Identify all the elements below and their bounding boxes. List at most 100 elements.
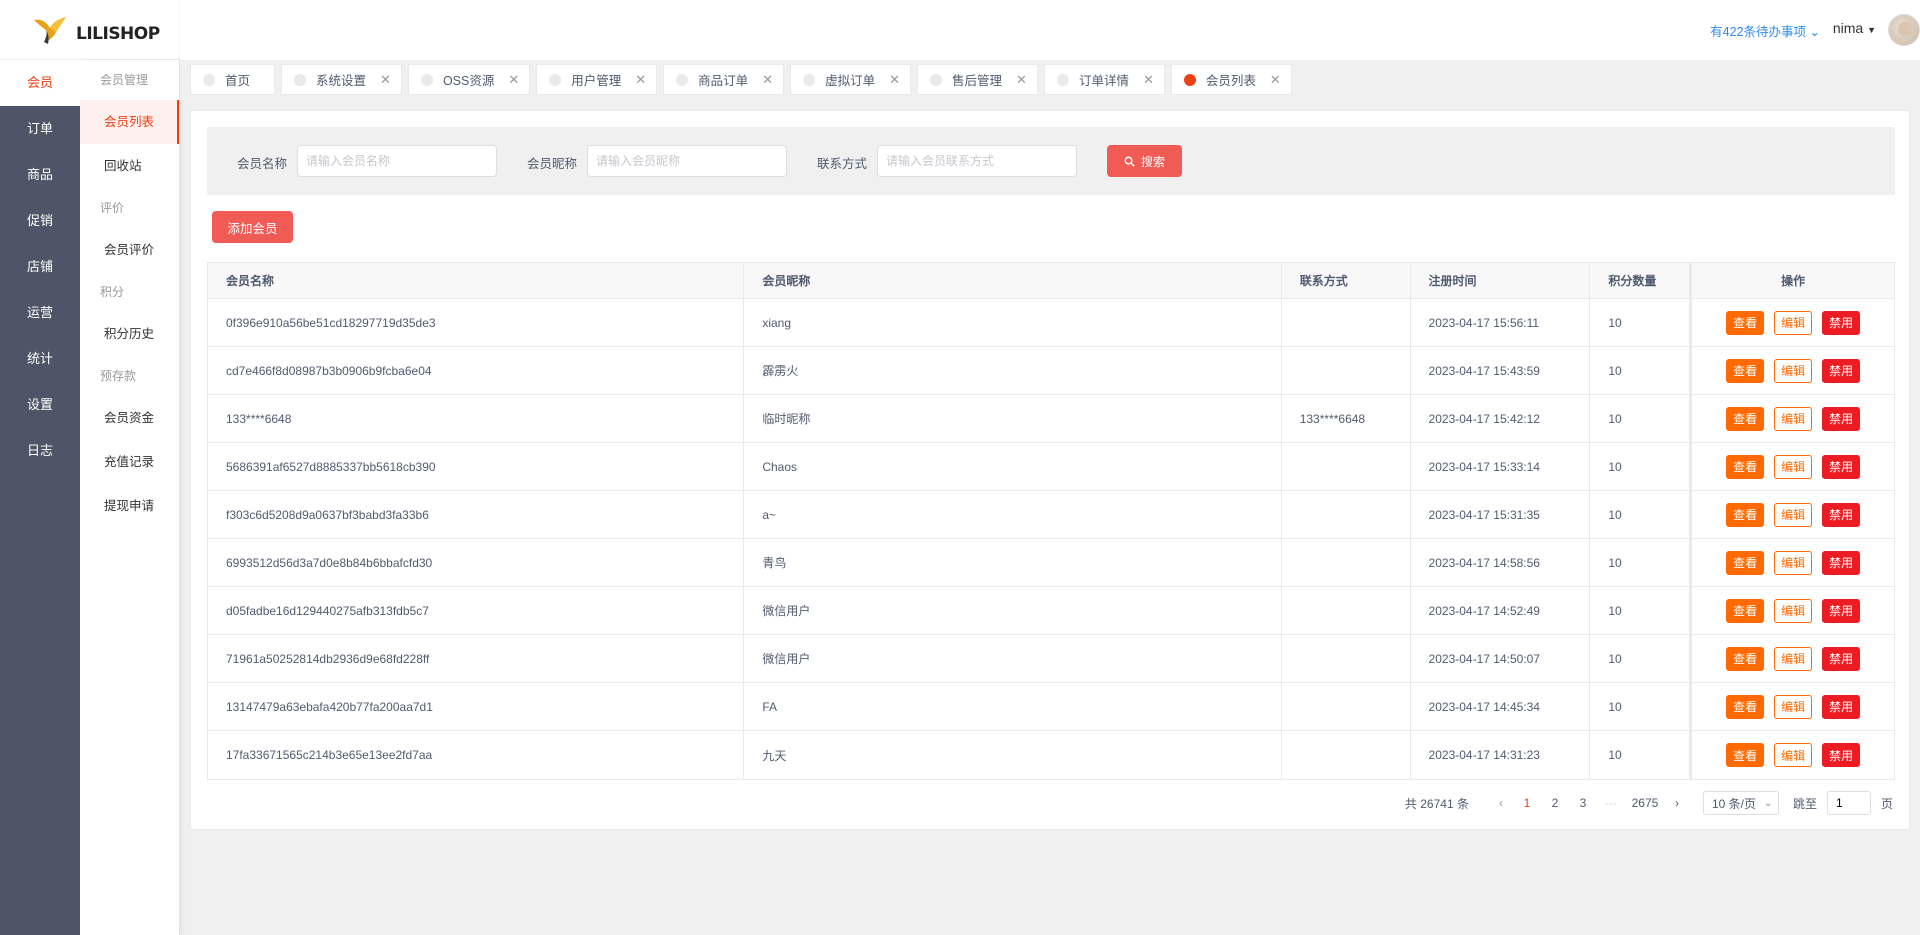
ban-button[interactable]: 禁用 [1822,502,1861,527]
page-2[interactable]: 2 [1541,796,1569,810]
view-button[interactable]: 查看 [1726,550,1765,575]
page-last[interactable]: 2675 [1625,796,1665,810]
edit-button[interactable]: 编辑 [1774,550,1813,575]
table-row: 6993512d56d3a7d0e8b84b6bbafcfd30 青鸟 2023-0… [208,539,1894,587]
view-button[interactable]: 查看 [1726,358,1765,383]
close-icon[interactable]: ✕ [508,72,519,88]
page-size-select[interactable]: 10 条/页 ⌄ [1702,791,1779,815]
cell-register-time: 2023-04-17 14:31:23 [1411,731,1591,779]
next-page-icon[interactable]: › [1665,796,1689,810]
cell-contact: 133****6648 [1282,395,1411,442]
logo[interactable]: LILISHOP [0,0,180,60]
tab-goods-order[interactable]: 商品订单 ✕ [663,64,785,95]
nav-item-statistics[interactable]: 统计 [0,336,80,382]
page-ellipsis[interactable]: ··· [1597,796,1625,810]
edit-button[interactable]: 编辑 [1774,743,1813,767]
edit-button[interactable]: 编辑 [1774,406,1813,431]
member-name-input[interactable] [297,145,497,177]
cell-contact [1282,347,1411,394]
member-list-card: 会员名称 会员昵称 联系方式 搜索 添加会员 会员名称 会员昵称 联系方式 注册… [190,110,1910,830]
sub-item-withdraw[interactable]: 提现申请 [80,484,179,528]
nav-item-member[interactable]: 会员 [0,60,80,106]
cell-actions: 查看 编辑 禁用 [1690,443,1894,490]
edit-button[interactable]: 编辑 [1774,454,1813,479]
tab-after-sale[interactable]: 售后管理 ✕ [917,64,1038,95]
tab-user-management[interactable]: 用户管理 ✕ [536,64,658,95]
sub-item-points-history[interactable]: 积分历史 [80,312,179,356]
tab-member-list[interactable]: 会员列表 ✕ [1170,64,1292,95]
cell-points: 10 [1590,347,1691,394]
nav-item-store[interactable]: 店铺 [0,244,80,290]
close-icon[interactable]: ✕ [380,72,391,88]
col-header-nickname[interactable]: 会员昵称 [744,263,1282,298]
nav-item-goods[interactable]: 商品 [0,152,80,198]
tab-system-settings[interactable]: 系统设置 ✕ [281,64,402,95]
edit-button[interactable]: 编辑 [1774,358,1813,383]
ban-button[interactable]: 禁用 [1822,598,1861,623]
close-icon[interactable]: ✕ [762,72,773,88]
pagination-total: 共 26741 条 [1404,796,1469,811]
sub-item-recycle[interactable]: 回收站 [80,144,179,188]
close-icon[interactable]: ✕ [1016,72,1027,88]
close-icon[interactable]: ✕ [635,72,646,88]
contact-input[interactable] [877,145,1077,177]
page-1[interactable]: 1 [1513,796,1541,810]
view-button[interactable]: 查看 [1726,406,1765,431]
sub-item-recharge[interactable]: 充值记录 [80,440,179,484]
ban-button[interactable]: 禁用 [1822,743,1861,767]
ban-button[interactable]: 禁用 [1822,406,1861,431]
ban-button[interactable]: 禁用 [1822,454,1861,479]
prev-page-icon[interactable]: ‹ [1489,796,1513,810]
add-member-button[interactable]: 添加会员 [212,211,293,243]
todo-link[interactable]: 有422条待办事项 ⌄ [1710,21,1820,40]
member-nickname-input[interactable] [587,145,787,177]
ban-button[interactable]: 禁用 [1822,646,1861,671]
ban-button[interactable]: 禁用 [1822,310,1861,335]
sub-item-member-funds[interactable]: 会员资金 [80,396,179,440]
cell-actions: 查看 编辑 禁用 [1690,299,1894,346]
jump-input[interactable] [1826,791,1871,815]
close-icon[interactable]: ✕ [1270,72,1281,88]
sub-item-member-review[interactable]: 会员评价 [80,228,179,272]
view-button[interactable]: 查看 [1726,310,1765,335]
tab-home[interactable]: 首页 [190,64,276,95]
edit-button[interactable]: 编辑 [1774,310,1813,335]
view-button[interactable]: 查看 [1726,598,1765,623]
user-menu[interactable]: nima ▼ [1833,20,1876,36]
search-button[interactable]: 搜索 [1107,145,1182,177]
ban-button[interactable]: 禁用 [1822,358,1861,383]
ban-button[interactable]: 禁用 [1822,694,1861,719]
avatar[interactable] [1888,14,1920,46]
view-button[interactable]: 查看 [1726,694,1765,719]
edit-button[interactable]: 编辑 [1774,598,1813,623]
close-icon[interactable]: ✕ [889,72,900,88]
edit-button[interactable]: 编辑 [1774,502,1813,527]
edit-button[interactable]: 编辑 [1774,694,1813,719]
nav-item-log[interactable]: 日志 [0,428,80,474]
cell-contact [1282,731,1411,779]
nav-item-settings[interactable]: 设置 [0,382,80,428]
ban-button[interactable]: 禁用 [1822,550,1861,575]
tab-virtual-order[interactable]: 虚拟订单 ✕ [790,64,912,95]
view-button[interactable]: 查看 [1726,502,1765,527]
nav-item-operation[interactable]: 运营 [0,290,80,336]
cell-contact [1282,587,1411,634]
edit-button[interactable]: 编辑 [1774,646,1813,671]
col-header-contact[interactable]: 联系方式 [1282,263,1411,298]
close-icon[interactable]: ✕ [1143,72,1154,88]
cell-nickname: Chaos [744,443,1282,490]
sub-item-member-list[interactable]: 会员列表 [80,100,179,144]
view-button[interactable]: 查看 [1726,454,1765,479]
col-header-time[interactable]: 注册时间 [1411,263,1591,298]
cell-contact [1282,539,1411,586]
tab-order-detail[interactable]: 订单详情 ✕ [1043,64,1165,95]
view-button[interactable]: 查看 [1726,646,1765,671]
col-header-points[interactable]: 积分数量 [1590,263,1691,298]
page-3[interactable]: 3 [1569,796,1597,810]
view-button[interactable]: 查看 [1726,743,1765,767]
nav-item-promotion[interactable]: 促销 [0,198,80,244]
nav-item-order[interactable]: 订单 [0,106,80,152]
cell-member-name: 133****6648 [208,395,745,442]
tab-oss[interactable]: OSS资源 ✕ [407,64,531,95]
col-header-name[interactable]: 会员名称 [208,263,745,298]
